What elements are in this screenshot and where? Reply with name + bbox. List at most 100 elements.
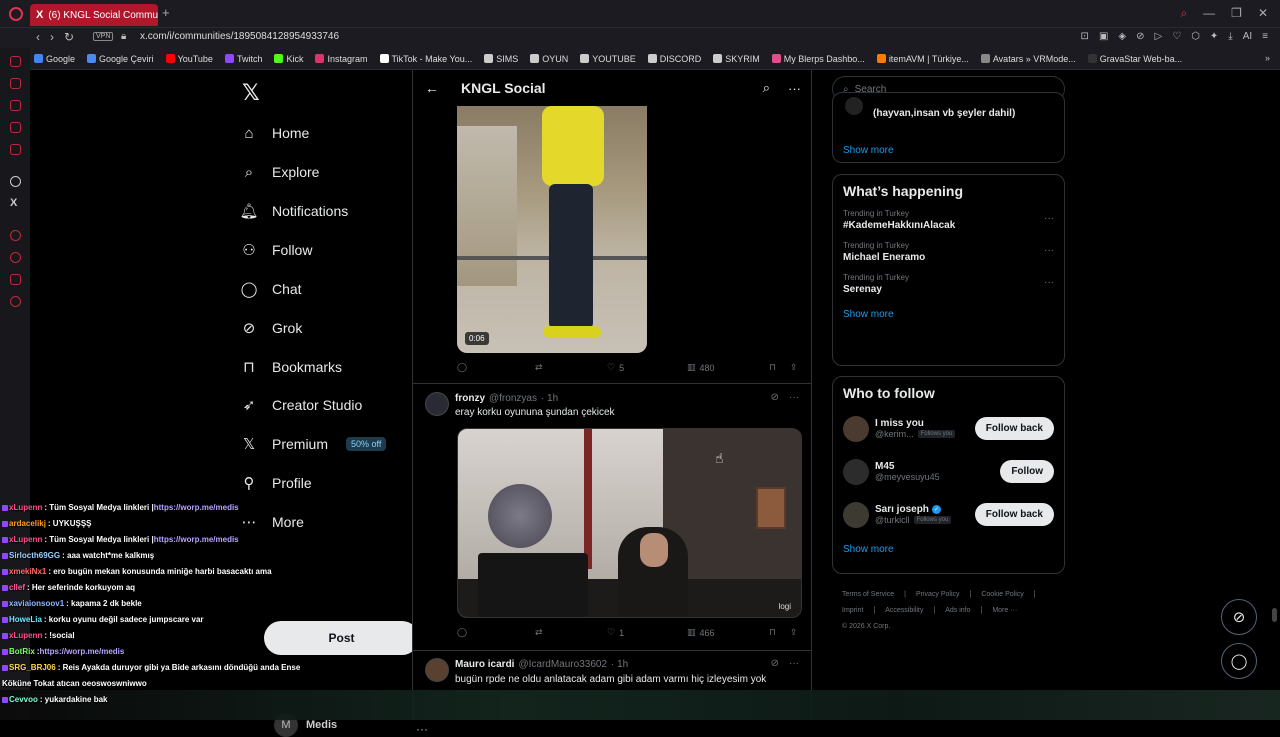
bookmark-icon[interactable]: ⊓	[769, 362, 776, 373]
bookmark-item[interactable]: SKYRIM	[713, 54, 760, 64]
trend-item[interactable]: Trending in Turkey Serenay ···	[833, 269, 1064, 301]
tweet-video[interactable]: logi	[457, 428, 802, 618]
footer-link[interactable]: More ···	[992, 603, 1017, 619]
bookmark-item[interactable]: TikTok - Make You...	[379, 54, 472, 64]
nav-item-notifications[interactable]: 🔔︎ Notifications	[239, 196, 348, 226]
bookmark-item[interactable]: Instagram	[315, 54, 368, 64]
search-icon[interactable]: ⌕	[763, 80, 770, 96]
bookmark-item[interactable]: Kick	[274, 54, 303, 64]
bookmark-item[interactable]: GravaStar Web-ba...	[1087, 54, 1182, 64]
x-logo-icon[interactable]: 𝕏	[242, 80, 260, 106]
nav-item-home[interactable]: ⌂ Home	[240, 118, 309, 148]
bookmark-item[interactable]: itemAVM | Türkiye...	[876, 54, 969, 64]
history-icon[interactable]	[10, 252, 21, 263]
download-icon[interactable]: ⤓	[1228, 31, 1232, 42]
bookmarks-overflow-icon[interactable]: »	[1265, 53, 1270, 63]
bookmark-item[interactable]: OYUN	[530, 54, 568, 64]
back-icon[interactable]: ‹	[36, 30, 40, 44]
nav-item-premium[interactable]: 𝕏 Premium 50% off	[240, 429, 387, 459]
sidebar-app-icon[interactable]	[10, 78, 21, 89]
footer-link[interactable]: Imprint	[842, 603, 863, 619]
more-icon[interactable]: ···	[1044, 245, 1054, 256]
player-icon[interactable]: ▷	[1154, 31, 1162, 42]
reply-icon[interactable]: ◯	[457, 362, 535, 373]
grok-icon[interactable]: ⊘	[771, 392, 779, 403]
new-tab-plus-icon[interactable]: +	[162, 6, 174, 19]
bookmark-item[interactable]: YOUTUBE	[580, 54, 636, 64]
cube-icon[interactable]: ⬡	[1191, 31, 1200, 42]
share-icon[interactable]: ⇪	[790, 627, 798, 638]
bookmark-item[interactable]: My Blerps Dashbo...	[771, 54, 865, 64]
x-sidebar-icon[interactable]: X	[10, 198, 21, 209]
tweet-time[interactable]: · 1h	[611, 659, 628, 670]
reply-icon[interactable]: ◯	[457, 627, 535, 638]
avatar[interactable]	[843, 458, 869, 485]
more-icon[interactable]: ···	[789, 658, 799, 669]
follow-button[interactable]: Follow back	[974, 503, 1054, 526]
nav-item-grok[interactable]: ⊘ Grok	[240, 313, 303, 343]
bookmark-item[interactable]: DISCORD	[647, 54, 701, 64]
forward-icon[interactable]: ›	[50, 30, 54, 44]
aria-ai-button[interactable]: AI	[1243, 31, 1252, 42]
bookmark-page-icon[interactable]: ⊡	[1081, 31, 1089, 42]
nav-item-explore[interactable]: ⌕ Explore	[240, 157, 320, 187]
who-to-follow-item[interactable]: Sarı joseph ✓ @turkicll Follows you Follow b…	[833, 493, 1064, 536]
bookmark-item[interactable]: Twitch	[224, 54, 262, 64]
sidebar-app-icon[interactable]	[10, 122, 21, 133]
maximize-icon[interactable]: ❐	[1231, 6, 1242, 21]
share-icon[interactable]: ⇪	[790, 362, 798, 373]
grok-icon[interactable]: ⊘	[771, 658, 779, 669]
avatar[interactable]	[425, 658, 449, 682]
account-more-icon[interactable]: ···	[416, 722, 428, 736]
nav-item-profile[interactable]: ⚲ Profile	[240, 468, 312, 498]
close-window-icon[interactable]: ✕	[1258, 6, 1268, 21]
chat-fab-icon[interactable]: ◯	[1221, 643, 1257, 679]
url-field[interactable]: x.com/i/communities/1895084128954933746	[140, 31, 339, 42]
like-button[interactable]: ♡ 1	[607, 627, 687, 638]
tracker-icon[interactable]: ⊘	[1136, 31, 1144, 42]
bookmark-item[interactable]: Avatars » VRMode...	[980, 54, 1076, 64]
reload-icon[interactable]: ↻	[64, 30, 74, 44]
tweet-time[interactable]: · 1h	[541, 393, 558, 404]
footer-link[interactable]: Ads info	[945, 603, 970, 619]
extensions-icon[interactable]: ✦	[1210, 31, 1218, 42]
more-icon[interactable]: ···	[788, 81, 801, 96]
scrollbar[interactable]	[1272, 608, 1277, 622]
views-button[interactable]: ▥ 466	[687, 627, 769, 638]
avatar[interactable]	[843, 415, 869, 442]
footer-link[interactable]: Terms of Service	[842, 587, 894, 603]
bookmark-item[interactable]: SIMS	[484, 54, 518, 64]
tweet-author-name[interactable]: fronzy	[455, 393, 485, 404]
who-to-follow-item[interactable]: I miss you @kerim... Follows you Follow bac…	[833, 407, 1064, 450]
bookmark-item[interactable]: YouTube	[165, 54, 213, 64]
nav-item-creator-studio[interactable]: ➶ Creator Studio	[240, 390, 363, 420]
views-button[interactable]: ▥ 480	[687, 362, 769, 373]
trend-item[interactable]: Trending in Turkey #KademeHakkınıAlacak ··…	[833, 205, 1064, 237]
footer-link[interactable]: Cookie Policy	[981, 587, 1023, 603]
more-icon[interactable]: ···	[1044, 213, 1054, 224]
footer-link[interactable]: Accessibility	[885, 603, 923, 619]
tweet-video[interactable]: 0:06	[457, 106, 647, 353]
trend-item[interactable]: Trending in Turkey Michael Eneramo ···	[833, 237, 1064, 269]
back-arrow-icon[interactable]: ←	[425, 80, 439, 96]
bookmark-item[interactable]: Google Çeviri	[87, 54, 154, 64]
footer-link[interactable]: Privacy Policy	[916, 587, 960, 603]
retweet-icon[interactable]: ⇄	[535, 627, 607, 638]
who-to-follow-item[interactable]: M45 @meyvesuyu45 Follow	[833, 450, 1064, 493]
show-more-link[interactable]: Show more	[833, 137, 904, 164]
show-more-link[interactable]: Show more	[833, 536, 1064, 563]
sidebar-app-icon[interactable]	[10, 56, 21, 67]
sidebar-app-icon[interactable]	[10, 274, 21, 285]
bookmark-item[interactable]: Google	[34, 54, 75, 64]
snapshot-icon[interactable]: ▣	[1099, 31, 1108, 42]
tweet-author-handle[interactable]: @IcardMauro33602	[518, 659, 607, 670]
nav-item-bookmarks[interactable]: ⊓ Bookmarks	[240, 352, 342, 382]
follow-button[interactable]: Follow back	[974, 417, 1054, 440]
menu-icon[interactable]: ≡	[1262, 31, 1268, 42]
search-tabs-icon[interactable]: ⌕	[1180, 6, 1187, 21]
heart-icon[interactable]: ♡	[1172, 31, 1181, 42]
vpn-badge[interactable]: VPN	[93, 32, 114, 41]
lock-icon[interactable]: 🔒︎	[121, 31, 126, 42]
shield-icon[interactable]: ◈	[1118, 31, 1126, 42]
grok-fab-icon[interactable]: ⊘	[1221, 599, 1257, 635]
